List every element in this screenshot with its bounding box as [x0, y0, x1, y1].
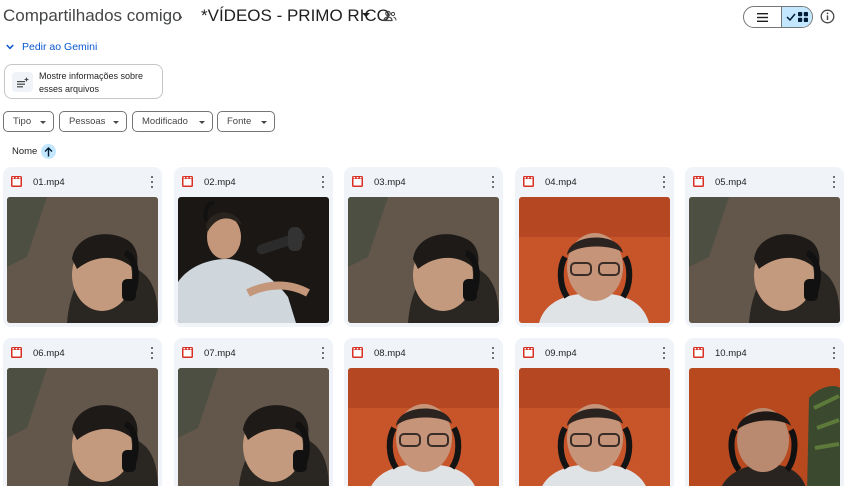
file-name: 05.mp4 [715, 177, 747, 188]
breadcrumb-separator: › [178, 8, 183, 24]
filter-modified-chip[interactable]: Modificado [132, 111, 213, 132]
video-file-icon [182, 347, 193, 358]
chevron-down-icon[interactable] [361, 10, 371, 20]
filter-source-chip[interactable]: Fonte [217, 111, 275, 132]
more-vert-icon[interactable] [832, 347, 836, 359]
video-file-icon [11, 176, 22, 187]
caret-down-icon [113, 121, 119, 124]
video-file-icon [693, 176, 704, 187]
file-card[interactable]: 06.mp4 [3, 338, 162, 486]
video-thumbnail[interactable] [689, 368, 840, 486]
filter-people-label: Pessoas [69, 116, 106, 127]
file-card[interactable]: 09.mp4 [515, 338, 674, 486]
ask-gemini-toggle[interactable]: Pedir ao Gemini [6, 41, 97, 53]
video-file-icon [182, 176, 193, 187]
file-name: 03.mp4 [374, 177, 406, 188]
file-card-header: 04.mp4 [515, 167, 674, 197]
shared-people-icon [383, 10, 397, 22]
file-card[interactable]: 10.mp4 [685, 338, 844, 486]
more-vert-icon[interactable] [321, 176, 325, 188]
filter-modified-label: Modificado [142, 116, 188, 127]
video-thumbnail[interactable] [178, 368, 329, 486]
file-card-header: 09.mp4 [515, 338, 674, 368]
grid-view-icon [798, 12, 808, 22]
video-file-icon [352, 347, 363, 358]
file-card[interactable]: 01.mp4 [3, 167, 162, 327]
file-card-header: 10.mp4 [685, 338, 844, 368]
gemini-suggestion-text: Mostre informações sobre esses arquivos [39, 71, 144, 94]
chevron-down-icon [6, 44, 14, 50]
video-thumbnail[interactable] [348, 368, 499, 486]
header: Compartilhados comigo › *VÍDEOS - PRIMO … [0, 0, 849, 36]
video-thumbnail[interactable] [519, 197, 670, 323]
file-card[interactable]: 05.mp4 [685, 167, 844, 327]
file-card-header: 02.mp4 [174, 167, 333, 197]
file-card[interactable]: 08.mp4 [344, 338, 503, 486]
file-card-header: 08.mp4 [344, 338, 503, 368]
more-vert-icon[interactable] [150, 176, 154, 188]
sort-by-name[interactable]: Nome [12, 144, 57, 159]
file-name: 02.mp4 [204, 177, 236, 188]
file-name: 07.mp4 [204, 348, 236, 359]
file-card-header: 03.mp4 [344, 167, 503, 197]
sort-label: Nome [12, 146, 38, 157]
info-icon[interactable] [820, 9, 835, 24]
filter-type-chip[interactable]: Tipo [3, 111, 54, 132]
file-card-header: 01.mp4 [3, 167, 162, 197]
list-view-button[interactable] [744, 7, 782, 27]
file-name: 10.mp4 [715, 348, 747, 359]
breadcrumb-shared-with-me[interactable]: Compartilhados comigo [3, 6, 182, 26]
file-name: 06.mp4 [33, 348, 65, 359]
file-name: 04.mp4 [545, 177, 577, 188]
file-card[interactable]: 02.mp4 [174, 167, 333, 327]
video-file-icon [523, 176, 534, 187]
caret-down-icon [261, 121, 267, 124]
filter-source-label: Fonte [227, 116, 252, 127]
video-thumbnail[interactable] [7, 197, 158, 323]
video-file-icon [693, 347, 704, 358]
file-card-header: 05.mp4 [685, 167, 844, 197]
video-file-icon [352, 176, 363, 187]
view-toggle [743, 6, 813, 28]
video-thumbnail[interactable] [519, 368, 670, 486]
caret-down-icon [199, 121, 205, 124]
video-thumbnail[interactable] [178, 197, 329, 323]
caret-down-icon [40, 121, 46, 124]
more-vert-icon[interactable] [150, 347, 154, 359]
filter-people-chip[interactable]: Pessoas [59, 111, 127, 132]
video-file-icon [523, 347, 534, 358]
file-grid: 01.mp4 02.mp4 03.mp4 04.mp4 05.mp4 06.mp4 07.m… [3, 167, 848, 486]
file-name: 09.mp4 [545, 348, 577, 359]
more-vert-icon[interactable] [662, 176, 666, 188]
file-card[interactable]: 03.mp4 [344, 167, 503, 327]
grid-view-button[interactable] [782, 7, 812, 27]
video-thumbnail[interactable] [7, 368, 158, 486]
filter-type-label: Tipo [13, 116, 32, 127]
more-vert-icon[interactable] [662, 347, 666, 359]
gemini-suggestion-card[interactable]: Mostre informações sobre esses arquivos [4, 64, 163, 99]
check-icon [786, 13, 796, 21]
file-card-header: 06.mp4 [3, 338, 162, 368]
file-card[interactable]: 07.mp4 [174, 338, 333, 486]
file-name: 01.mp4 [33, 177, 65, 188]
file-card[interactable]: 04.mp4 [515, 167, 674, 327]
more-vert-icon[interactable] [321, 347, 325, 359]
more-vert-icon[interactable] [491, 176, 495, 188]
video-file-icon [11, 347, 22, 358]
video-thumbnail[interactable] [348, 197, 499, 323]
more-vert-icon[interactable] [491, 347, 495, 359]
arrow-up-icon[interactable] [41, 144, 57, 159]
ask-gemini-label: Pedir ao Gemini [22, 41, 98, 53]
more-vert-icon[interactable] [832, 176, 836, 188]
summarize-icon [12, 72, 33, 92]
video-thumbnail[interactable] [689, 197, 840, 323]
file-name: 08.mp4 [374, 348, 406, 359]
file-card-header: 07.mp4 [174, 338, 333, 368]
list-view-icon [757, 12, 768, 22]
